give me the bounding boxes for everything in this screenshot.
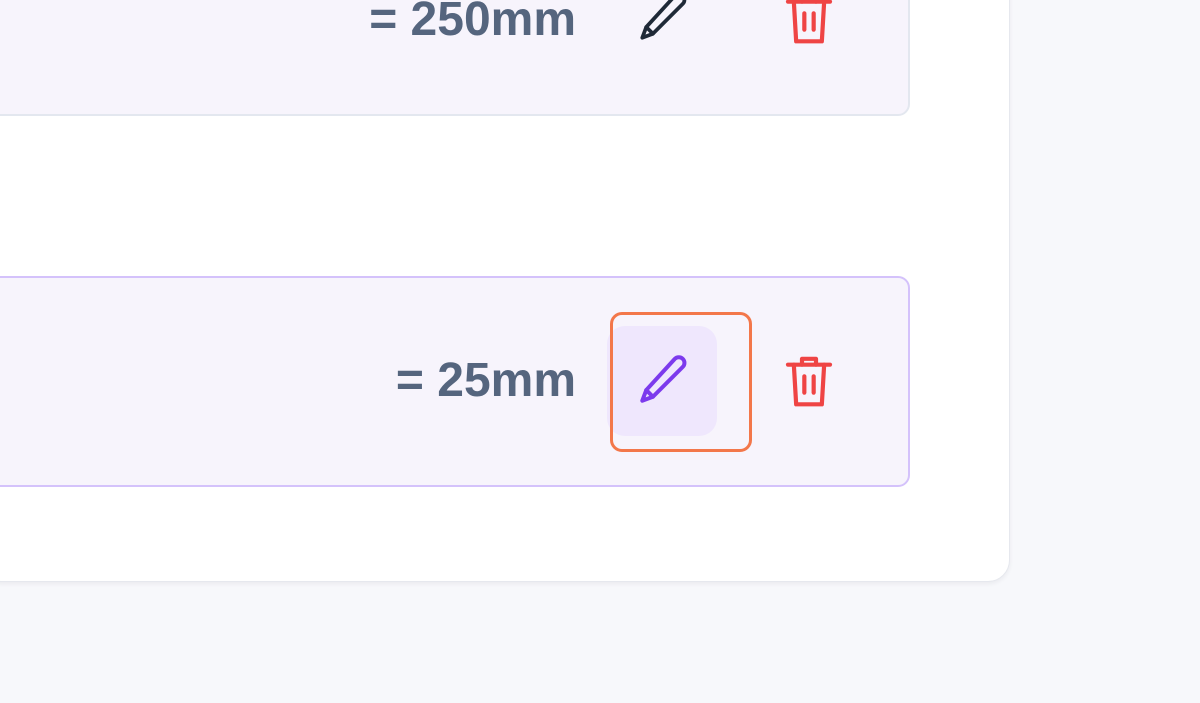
trash-icon	[781, 0, 837, 50]
delete-button[interactable]	[776, 345, 842, 417]
measurement-row: = 25mm	[0, 276, 910, 487]
edit-button[interactable]	[607, 0, 717, 73]
delete-button[interactable]	[776, 0, 842, 54]
measurement-row: = 250mm	[0, 0, 910, 116]
trash-icon	[781, 349, 837, 413]
measurement-value: = 25mm	[395, 354, 576, 407]
measurement-value: = 250mm	[369, 0, 576, 46]
pencil-icon	[630, 0, 694, 50]
edit-button-focus-ring	[610, 312, 752, 452]
